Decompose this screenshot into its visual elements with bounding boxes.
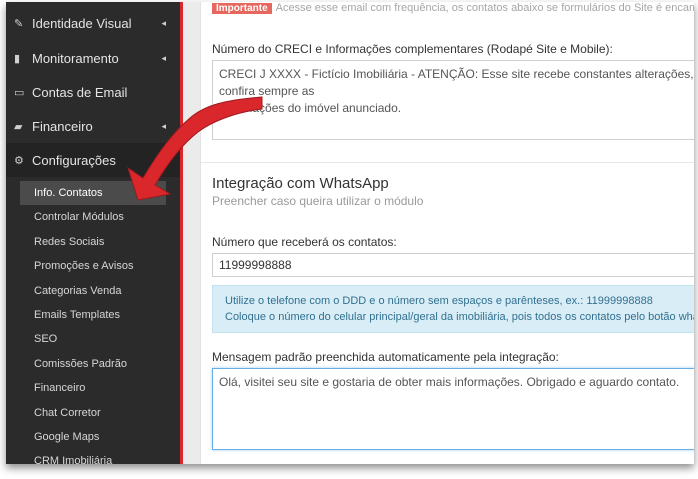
main-panel: Importante Acesse esse email com frequênc…: [200, 2, 694, 464]
submenu-item-promocoes-avisos[interactable]: Promoções e Avisos: [6, 254, 180, 278]
submenu-item-emails-templates[interactable]: Emails Templates: [6, 303, 180, 327]
submenu-item-controlar-modulos[interactable]: Controlar Módulos: [6, 205, 180, 229]
chevron-left-icon: ◂: [161, 17, 166, 28]
gears-icon: ⚙: [14, 154, 24, 167]
creci-textarea[interactable]: CRECI J XXXX - Fictício Imobiliária - AT…: [212, 60, 694, 140]
sidebar-item-label: Monitoramento: [32, 50, 119, 66]
sidebar-item-label: Identidade Visual: [32, 15, 132, 31]
creci-label: Número do CRECI e Informações complement…: [212, 42, 613, 56]
bar-chart-icon: ▮: [14, 52, 21, 65]
sidebar-item-configuracoes[interactable]: ⚙ Configurações: [6, 143, 180, 177]
sidebar-item-label: Financeiro: [32, 118, 93, 134]
help-line-2: Coloque o número do celular principal/ge…: [225, 311, 694, 323]
sidebar-item-identidade-visual[interactable]: ✎ Identidade Visual ◂: [6, 6, 180, 40]
submenu-item-financeiro[interactable]: Financeiro: [6, 376, 180, 400]
message-label: Mensagem padrão preenchida automaticamen…: [212, 350, 559, 364]
submenu-item-crm-imobiliaria[interactable]: CRM Imobiliária: [6, 449, 180, 464]
sidebar-item-financeiro[interactable]: ▰ Financeiro ◂: [6, 109, 180, 143]
chevron-left-icon: ◂: [161, 52, 166, 63]
submenu-item-google-maps[interactable]: Google Maps: [6, 425, 180, 449]
section-divider: [201, 162, 694, 163]
submenu-item-categorias-venda[interactable]: Categorias Venda: [6, 279, 180, 303]
app-frame: ✎ Identidade Visual ◂ ▮ Monitoramento ◂ …: [6, 2, 694, 464]
sidebar-item-contas-de-email[interactable]: ▭ Contas de Email: [6, 75, 180, 109]
chevron-left-icon: ◂: [161, 120, 166, 131]
phone-label: Número que receberá os contatos:: [212, 235, 397, 249]
submenu-item-chat-corretor[interactable]: Chat Corretor: [6, 401, 180, 425]
sidebar-item-label: Configurações: [32, 152, 116, 168]
notice-message: Acesse esse email com frequência, os con…: [275, 2, 694, 14]
phone-input[interactable]: [212, 253, 694, 277]
submenu-item-info-contatos[interactable]: Info. Contatos: [20, 181, 166, 206]
submenu-item-seo[interactable]: SEO: [6, 327, 180, 351]
sidebar-item-label: Contas de Email: [32, 84, 128, 100]
important-badge: Importante: [212, 3, 272, 14]
notice-text: Importante Acesse esse email com frequênc…: [212, 2, 694, 14]
whatsapp-section-subtitle: Preencher caso queira utilizar o módulo: [212, 194, 424, 208]
inbox-icon: ▭: [14, 86, 25, 99]
help-line-1: Utilize o telefone com o DDD e o número …: [225, 295, 653, 307]
submenu-configuracoes: Info. Contatos Controlar Módulos Redes S…: [6, 181, 180, 464]
message-textarea[interactable]: Olá, visitei seu site e gostaria de obte…: [212, 368, 694, 450]
book-icon: ▰: [14, 120, 23, 133]
phone-help-alert: Utilize o telefone com o DDD e o número …: [212, 285, 694, 333]
sidebar: ✎ Identidade Visual ◂ ▮ Monitoramento ◂ …: [6, 2, 183, 464]
whatsapp-section-title: Integração com WhatsApp: [212, 175, 389, 192]
submenu-item-redes-sociais[interactable]: Redes Sociais: [6, 230, 180, 254]
edit-icon: ✎: [14, 17, 24, 30]
sidebar-item-monitoramento[interactable]: ▮ Monitoramento ◂: [6, 41, 180, 75]
submenu-item-comissoes-padrao[interactable]: Comissões Padrão: [6, 352, 180, 376]
content-gutter: [183, 2, 200, 464]
